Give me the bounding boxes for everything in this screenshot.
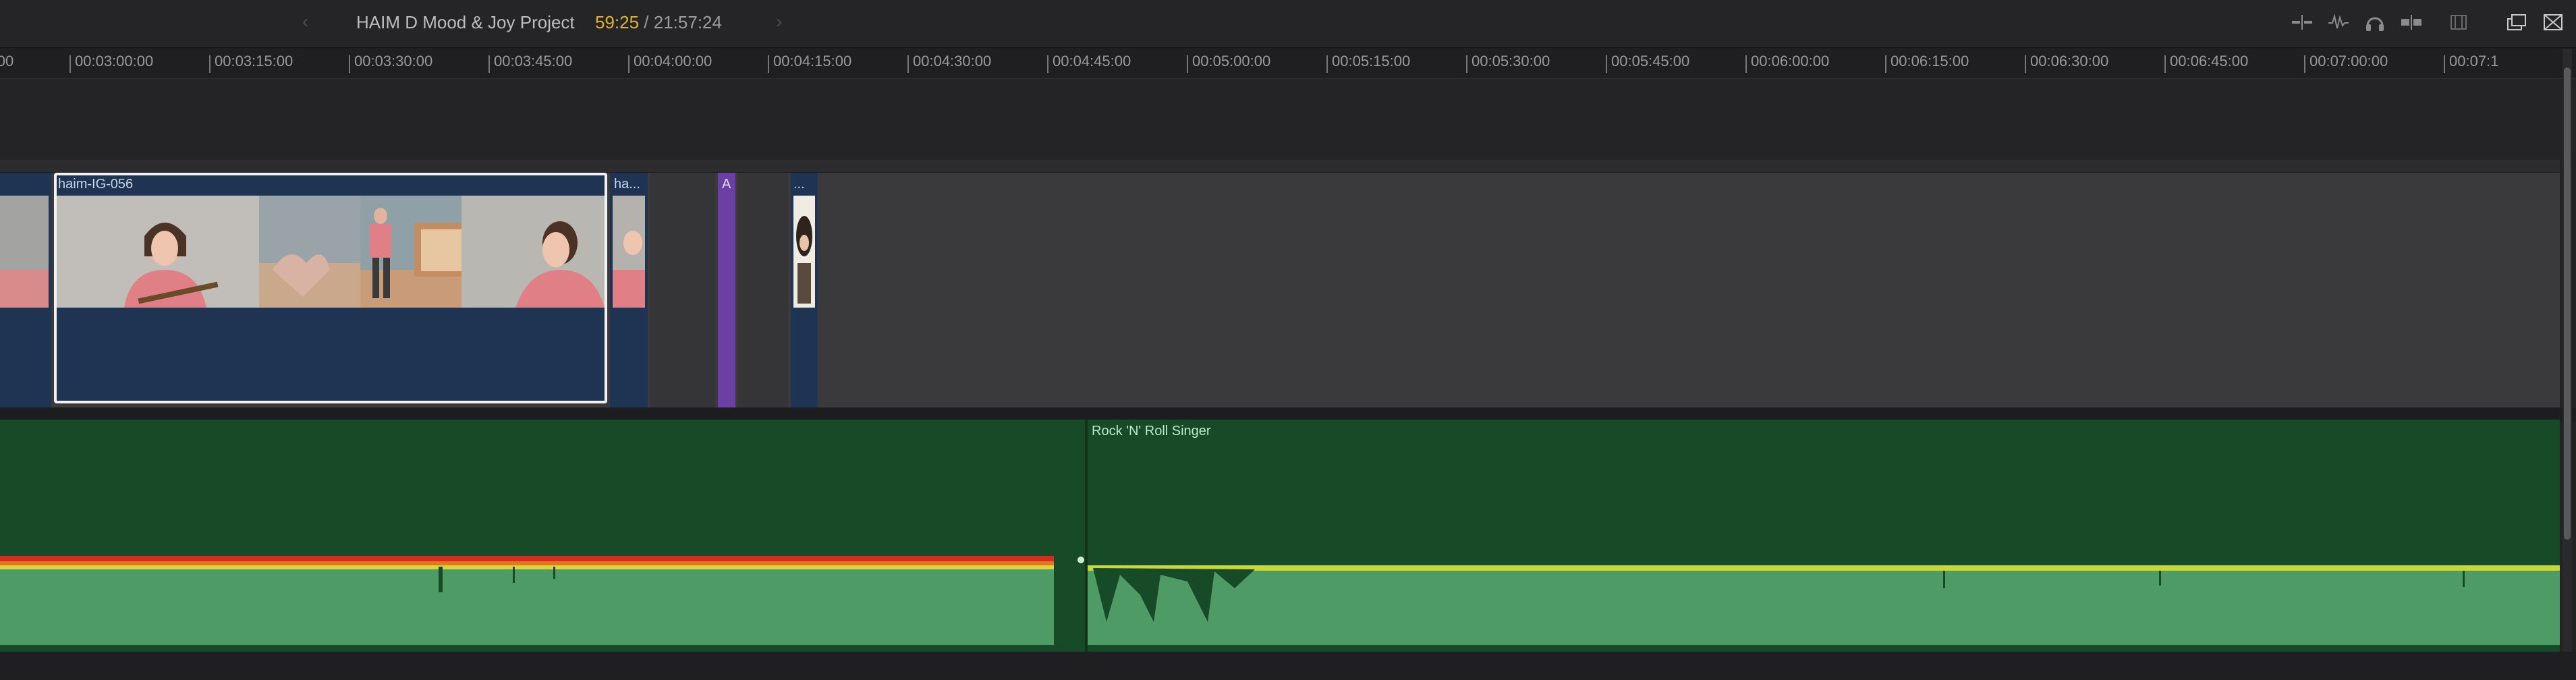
- ruler-timecode-label: 00:03:45:00: [494, 53, 573, 69]
- connected-storyline-area: [0, 79, 2576, 160]
- ruler-timecode-label: 00:05:15:00: [1332, 53, 1411, 69]
- clip-thumbnail: [613, 196, 645, 308]
- ruler-tick: [1885, 55, 1886, 73]
- ruler-tick: [488, 55, 490, 73]
- ruler-timecode-label: 00:04:30:00: [913, 53, 992, 69]
- ruler-timecode-label: 00:03:30:00: [354, 53, 433, 69]
- ruler-timecode-label: 00:06:30:00: [2030, 53, 2109, 69]
- ruler-tick: [2164, 55, 2166, 73]
- ruler-tick: [628, 55, 629, 73]
- solo-headphones-icon[interactable]: [2361, 12, 2388, 35]
- ruler-tick: [2304, 55, 2305, 73]
- ruler-timecode-label: 00:07:1: [2449, 53, 2499, 69]
- ruler-tick: [1606, 55, 1607, 73]
- ruler-tick: [2444, 55, 2445, 73]
- ruler-tick: [209, 55, 211, 73]
- clip-appearance-icon[interactable]: [2445, 12, 2472, 35]
- clip-title: haim-IG-056: [58, 177, 134, 192]
- track-separator: [0, 407, 2576, 421]
- ruler-timecode-label: 00:02:45:00: [0, 53, 14, 69]
- timecode-separator: /: [639, 12, 654, 32]
- ruler-timecode-label: 00:05:00:00: [1192, 53, 1271, 69]
- total-duration: 21:57:24: [653, 12, 722, 32]
- timecode-display: 59:25 / 21:57:24: [595, 12, 722, 33]
- ruler-tick: [768, 55, 769, 73]
- gap-clip[interactable]: [650, 173, 715, 407]
- ruler-timecode-label: 00:03:00:00: [75, 53, 154, 69]
- ruler-timecode-label: 00:05:45:00: [1611, 53, 1690, 69]
- ruler-timecode-label: 00:04:15:00: [773, 53, 852, 69]
- current-time: 59:25: [595, 12, 640, 32]
- ruler-tick: [69, 55, 71, 73]
- ruler-tick: [1745, 55, 1747, 73]
- skimming-icon[interactable]: [2289, 12, 2316, 35]
- ruler-tick: [1047, 55, 1048, 73]
- timeline-index-icon[interactable]: [2503, 12, 2530, 35]
- ruler-tick: [349, 55, 350, 73]
- ruler-timecode-label: 00:04:45:00: [1053, 53, 1131, 69]
- ruler-timecode-label: 00:06:00:00: [1751, 53, 1830, 69]
- clip-title: ...: [793, 177, 805, 192]
- close-window-icon[interactable]: [2540, 12, 2567, 35]
- ruler-timecode-label: 00:05:30:00: [1472, 53, 1550, 69]
- ruler-tick: [1326, 55, 1328, 73]
- title-clip[interactable]: A: [718, 173, 735, 407]
- clip-thumbnail: [0, 196, 49, 308]
- timeline-header: ‹ HAIM D Mood & Joy Project 59:25 / 21:5…: [0, 0, 2576, 49]
- ruler-timecode-label: 00:03:15:00: [215, 53, 293, 69]
- project-title: HAIM D Mood & Joy Project: [356, 12, 575, 32]
- timeline-footer: [0, 652, 2576, 680]
- snapping-icon[interactable]: [2398, 12, 2425, 35]
- clip-title: ha...: [614, 177, 640, 192]
- ruler-tick: [1187, 55, 1188, 73]
- scrollbar-thumb[interactable]: [2564, 67, 2571, 540]
- clip-thumbnail: [793, 196, 815, 308]
- ruler-timecode-label: 00:06:15:00: [1891, 53, 1969, 69]
- ruler-timecode-label: 00:06:45:00: [2170, 53, 2249, 69]
- audio-clip-rock-n-roll-singer[interactable]: Rock 'N' Roll Singer: [0, 420, 2560, 652]
- clip-filmstrip: [57, 196, 605, 308]
- ruler-timecode-label: 00:07:00:00: [2309, 53, 2388, 69]
- gap-clip[interactable]: [738, 173, 788, 407]
- ruler-timecode-label: 00:04:00:00: [634, 53, 712, 69]
- ruler-tick: [907, 55, 909, 73]
- title-clip-label: A: [722, 177, 731, 192]
- chevron-left-icon[interactable]: ‹: [302, 11, 308, 32]
- audio-skimming-icon[interactable]: [2325, 12, 2352, 35]
- ruler-tick: [1466, 55, 1467, 73]
- timeline-ruler[interactable]: 00:02:45:00 00:03:00:00 00:03:15:00 00:03:3…: [0, 49, 2576, 79]
- ruler-tick: [2025, 55, 2026, 73]
- lane-separator: [0, 160, 2560, 173]
- audio-waveform: [0, 420, 2560, 652]
- chevron-right-icon[interactable]: ›: [776, 11, 782, 32]
